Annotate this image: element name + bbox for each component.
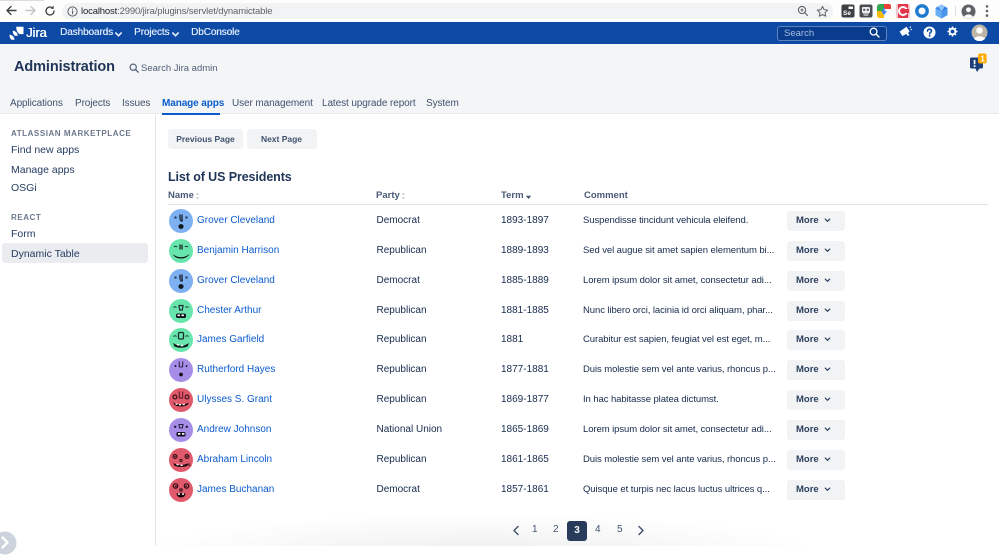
- svg-text:Se: Se: [843, 10, 851, 17]
- svg-text:1: 1: [980, 55, 985, 64]
